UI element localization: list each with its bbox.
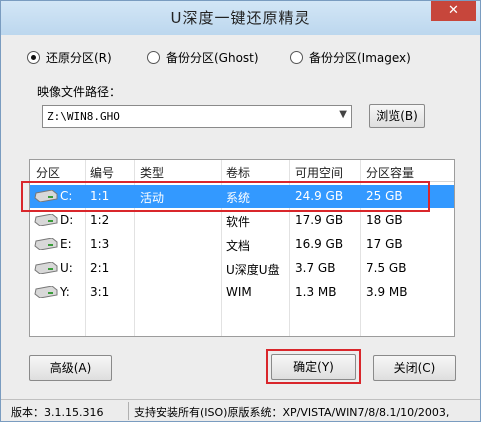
table-row[interactable]: E: 1:3 文档 16.9 GB 17 GB: [30, 233, 454, 256]
cell-capacity: 3.9 MB: [366, 285, 408, 299]
image-path-value: Z:\WIN8.GHO: [47, 110, 120, 123]
status-bar: 版本：3.1.15.316 支持安装所有(ISO)原版系统：XP/VISTA/W…: [1, 399, 480, 421]
cell-free-space: 1.3 MB: [295, 285, 337, 299]
cell-volume-label: U深度U盘: [226, 263, 280, 277]
image-path-combobox[interactable]: Z:\WIN8.GHO ▼: [42, 105, 352, 128]
cell-free-space: 16.9 GB: [295, 237, 344, 251]
mode-radio-group: 还原分区(R) 备份分区(Ghost) 备份分区(Imagex): [27, 49, 477, 69]
cell-number: 1:2: [90, 213, 110, 227]
cell-number: 2:1: [90, 261, 110, 275]
header-type[interactable]: 类型: [140, 164, 164, 182]
cell-number: 3:1: [90, 285, 110, 299]
cell-drive: Y:: [60, 285, 70, 299]
main-window: U深度一键还原精灵 ✕ 还原分区(R) 备份分区(Ghost) 备份分区(Ima…: [0, 0, 481, 422]
table-row[interactable]: U: 2:1 U深度U盘 3.7 GB 7.5 GB: [30, 257, 454, 280]
cell-capacity: 7.5 GB: [366, 261, 407, 275]
table-row[interactable]: D: 1:2 软件 17.9 GB 18 GB: [30, 209, 454, 232]
ok-highlight-annotation: [266, 349, 361, 384]
radio-restore[interactable]: 还原分区(R): [27, 49, 112, 66]
advanced-button[interactable]: 高级(A): [29, 355, 112, 381]
cell-drive: D:: [60, 213, 74, 227]
window-close-button[interactable]: ✕: [431, 1, 476, 21]
hard-drive-icon: [34, 213, 58, 227]
table-header: 分区 编号 类型 卷标 可用空间 分区容量: [30, 160, 454, 182]
header-capacity[interactable]: 分区容量: [366, 164, 414, 182]
title-bar[interactable]: U深度一键还原精灵 ✕: [1, 1, 480, 35]
image-path-label: 映像文件路径：: [37, 85, 122, 99]
header-number[interactable]: 编号: [90, 164, 114, 182]
radio-dot-icon: [290, 51, 303, 64]
header-free-space[interactable]: 可用空间: [295, 164, 343, 182]
version-text: 版本：3.1.15.316: [11, 406, 104, 419]
status-divider: [128, 402, 129, 420]
radio-restore-label: 还原分区(R): [46, 51, 112, 65]
header-volume-label[interactable]: 卷标: [226, 164, 250, 182]
cell-capacity: 18 GB: [366, 213, 403, 227]
cell-free-space: 3.7 GB: [295, 261, 336, 275]
selection-highlight-annotation: [21, 181, 430, 212]
radio-dot-icon: [147, 51, 160, 64]
table-row[interactable]: Y: 3:1 WIM 1.3 MB 3.9 MB: [30, 281, 454, 304]
radio-backup-imagex-label: 备份分区(Imagex): [309, 51, 411, 65]
browse-button[interactable]: 浏览(B): [369, 104, 425, 128]
support-text: 支持安装所有(ISO)原版系统：XP/VISTA/WIN7/8/8.1/10/2…: [134, 406, 450, 419]
cell-drive: U:: [60, 261, 73, 275]
cell-free-space: 17.9 GB: [295, 213, 344, 227]
radio-dot-icon: [27, 51, 40, 64]
chevron-down-icon[interactable]: ▼: [339, 109, 347, 120]
header-partition[interactable]: 分区: [36, 164, 60, 182]
hard-drive-icon: [34, 285, 58, 299]
cell-volume-label: WIM: [226, 285, 252, 299]
radio-backup-ghost[interactable]: 备份分区(Ghost): [147, 49, 259, 66]
cell-volume-label: 文档: [226, 239, 251, 253]
cell-capacity: 17 GB: [366, 237, 403, 251]
hard-drive-icon: [34, 237, 58, 251]
window-title: U深度一键还原精灵: [170, 9, 311, 27]
cell-volume-label: 软件: [226, 215, 251, 229]
hard-drive-icon: [34, 261, 58, 275]
cell-number: 1:3: [90, 237, 110, 251]
close-button[interactable]: 关闭(C): [373, 355, 456, 381]
radio-backup-ghost-label: 备份分区(Ghost): [166, 51, 259, 65]
radio-backup-imagex[interactable]: 备份分区(Imagex): [290, 49, 411, 66]
cell-drive: E:: [60, 237, 72, 251]
